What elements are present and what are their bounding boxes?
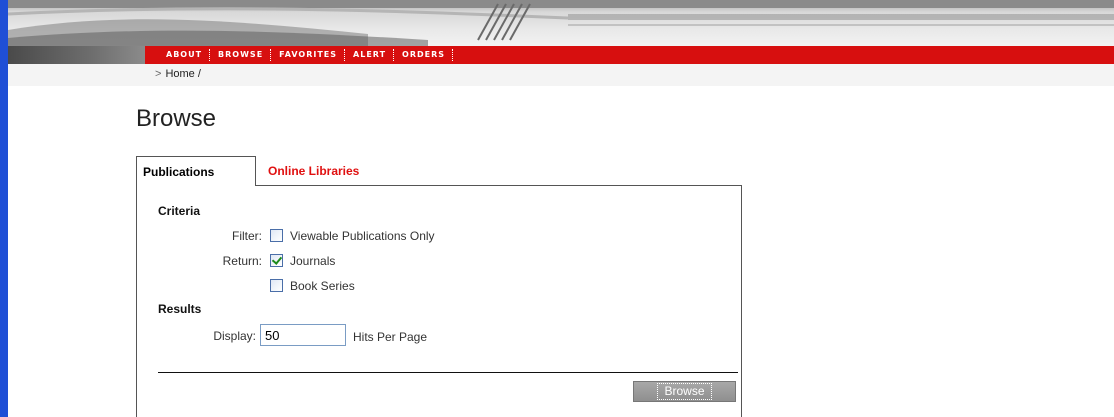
filter-viewable-checkbox[interactable] xyxy=(270,229,283,242)
header-banner xyxy=(8,0,1114,46)
browse-button-label: Browse xyxy=(657,383,712,400)
window-edge xyxy=(0,0,8,417)
breadcrumb-home-link[interactable]: Home / xyxy=(165,68,200,80)
nav-browse[interactable]: BROWSE xyxy=(211,46,270,64)
breadcrumb-bar: > Home / xyxy=(8,64,1114,86)
nav-separator xyxy=(452,49,454,61)
top-nav-bar: ABOUT BROWSE FAVORITES ALERT ORDERS xyxy=(8,46,1114,64)
return-journals-label: Journals xyxy=(290,254,336,268)
page-title: Browse xyxy=(136,105,217,132)
top-nav: ABOUT BROWSE FAVORITES ALERT ORDERS xyxy=(145,46,454,64)
filter-label: Filter: xyxy=(232,229,262,243)
return-label: Return: xyxy=(222,254,262,268)
tab-online-libraries[interactable]: Online Libraries xyxy=(268,156,359,186)
nav-favorites[interactable]: FAVORITES xyxy=(272,46,344,64)
banner-swoosh-graphic xyxy=(8,0,1114,46)
nav-bar-shade xyxy=(8,46,145,64)
criteria-heading: Criteria xyxy=(158,204,201,218)
nav-about[interactable]: ABOUT xyxy=(159,46,209,64)
nav-alert[interactable]: ALERT xyxy=(346,46,393,64)
return-book-series-checkbox[interactable] xyxy=(270,279,283,292)
filter-viewable-label: Viewable Publications Only xyxy=(290,229,435,243)
return-journals-checkbox[interactable] xyxy=(270,254,283,267)
browse-button[interactable]: Browse xyxy=(633,381,736,402)
breadcrumb: > Home / xyxy=(155,68,201,80)
form-divider xyxy=(158,372,738,373)
return-book-series-label: Book Series xyxy=(290,279,355,293)
results-heading: Results xyxy=(158,302,202,316)
hits-per-page-label: Hits Per Page xyxy=(353,330,428,344)
page: ABOUT BROWSE FAVORITES ALERT ORDERS > Hom… xyxy=(0,0,1114,417)
breadcrumb-arrow-icon: > xyxy=(155,68,162,80)
nav-orders[interactable]: ORDERS xyxy=(395,46,452,64)
hits-per-page-input[interactable] xyxy=(260,324,346,346)
tab-publications[interactable]: Publications xyxy=(136,156,256,186)
display-label: Display: xyxy=(213,329,256,343)
